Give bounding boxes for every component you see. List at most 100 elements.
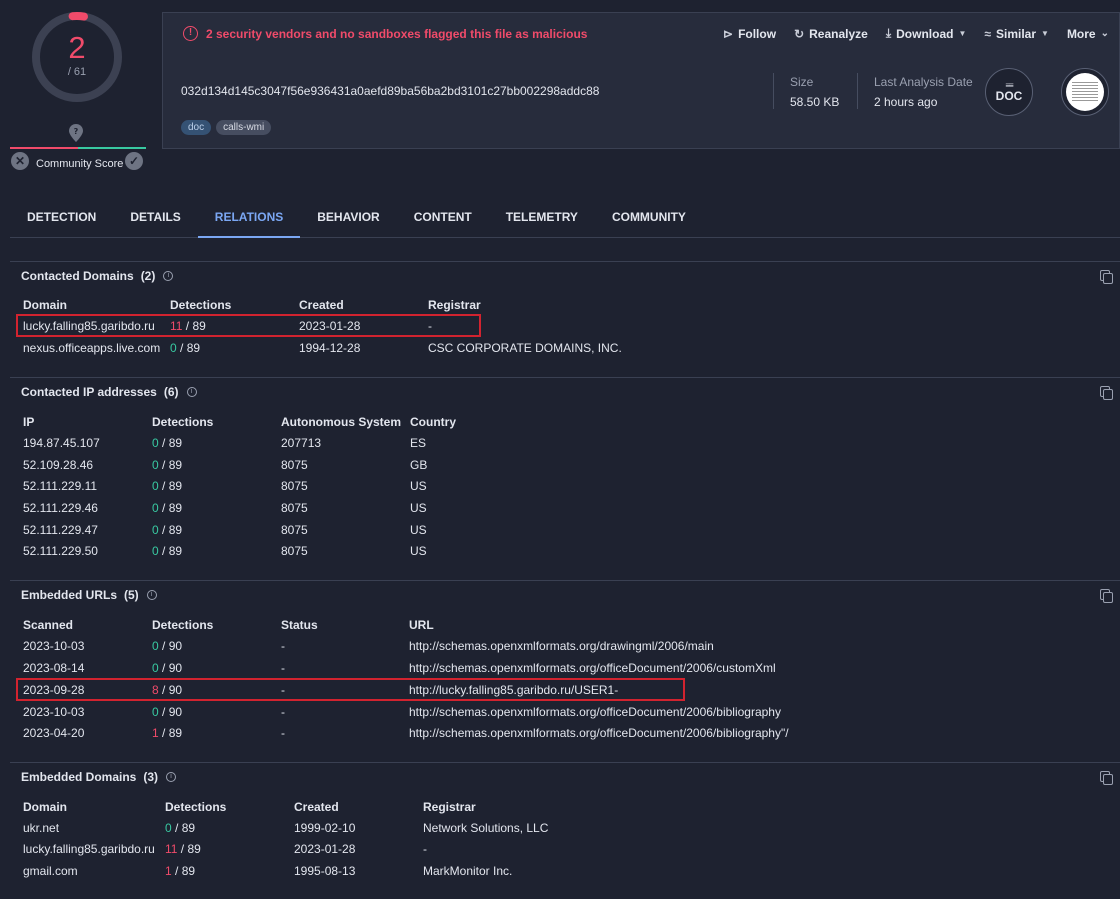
as-cell: 8075	[281, 523, 308, 537]
highlight-box	[16, 314, 481, 337]
status-cell: -	[281, 661, 285, 675]
ip-link[interactable]: 52.109.28.46	[23, 458, 93, 472]
column-header: Domain	[23, 800, 68, 814]
detections-count: 0	[152, 544, 159, 558]
column-header: Detections	[152, 618, 214, 632]
detections-count: 0	[165, 821, 172, 835]
detections-cell: 0 / 89	[152, 458, 182, 472]
file-preview-thumbnail[interactable]	[1061, 68, 1109, 116]
status-cell: -	[281, 705, 285, 719]
url-link[interactable]: http://schemas.openxmlformats.org/office…	[409, 726, 789, 740]
section-title: Contacted IP addresses (6) i	[21, 385, 197, 399]
tag-doc[interactable]: doc	[181, 120, 212, 135]
tab-telemetry[interactable]: TELEMETRY	[489, 198, 595, 238]
info-icon[interactable]: i	[163, 271, 174, 281]
file-type-label: DOC	[995, 88, 1023, 103]
highlight-box	[16, 678, 685, 701]
column-header: Detections	[170, 298, 232, 312]
section-title-text: Contacted IP addresses	[21, 385, 157, 399]
detections-total: / 89	[171, 821, 196, 835]
chevron-down-icon: ⌄	[1100, 28, 1109, 39]
detections-total: / 89	[158, 458, 183, 472]
status-cell: -	[281, 726, 285, 740]
section-title-text: Embedded URLs	[21, 588, 118, 602]
file-hash[interactable]: 032d134d145c3047f56e936431a0aefd89ba56ba…	[181, 84, 599, 98]
detections-cell: 0 / 89	[152, 523, 182, 537]
detections-cell: 1 / 89	[165, 864, 195, 878]
domain-link[interactable]: nexus.officeapps.live.com	[23, 341, 160, 355]
ip-link[interactable]: 52.111.229.46	[23, 501, 98, 515]
vote-harmless-button[interactable]: ✓	[125, 152, 143, 170]
ip-link[interactable]: 52.111.229.11	[23, 479, 97, 493]
domain-link[interactable]: gmail.com	[23, 864, 78, 878]
tab-detection[interactable]: DETECTION	[10, 198, 113, 238]
detections-cell: 0 / 90	[152, 661, 182, 675]
ip-link[interactable]: 52.111.229.50	[23, 544, 98, 558]
copy-icon[interactable]	[1100, 386, 1113, 400]
file-size-label: Size	[790, 75, 814, 89]
column-header: Status	[281, 618, 318, 632]
registrar-cell: -	[423, 842, 427, 856]
section-count: (6)	[163, 385, 179, 399]
url-link[interactable]: http://schemas.openxmlformats.org/office…	[409, 661, 776, 675]
follow-button[interactable]: ⊳ Follow	[723, 26, 776, 41]
url-link[interactable]: http://schemas.openxmlformats.org/office…	[409, 705, 781, 719]
copy-icon[interactable]	[1100, 771, 1113, 785]
column-header: Detections	[165, 800, 227, 814]
scanned-cell: 2023-08-14	[23, 661, 85, 675]
info-icon[interactable]: i	[186, 387, 197, 397]
column-header: Autonomous System	[281, 415, 402, 429]
tab-details[interactable]: DETAILS	[113, 198, 197, 238]
copy-icon[interactable]	[1100, 270, 1113, 284]
scanned-cell: 2023-10-03	[23, 639, 85, 653]
tab-community[interactable]: COMMUNITY	[595, 198, 703, 238]
detections-count: 0	[152, 458, 159, 472]
section-title: Embedded URLs (5) i	[21, 588, 157, 602]
download-button[interactable]: ⤓ Download ▼	[886, 26, 967, 41]
similar-button[interactable]: ≈ Similar ▼	[984, 26, 1049, 41]
svg-text:?: ?	[74, 127, 79, 136]
domain-link[interactable]: lucky.falling85.garibdo.ru	[23, 842, 155, 856]
tab-content[interactable]: CONTENT	[397, 198, 489, 238]
tag-calls-wmi[interactable]: calls-wmi	[216, 120, 272, 135]
file-header-panel: ! 2 security vendors and no sandboxes fl…	[162, 12, 1120, 149]
vote-malicious-button[interactable]: ✕	[11, 152, 29, 170]
table-header: IP Detections Autonomous System Country	[10, 412, 1120, 432]
url-link[interactable]: http://schemas.openxmlformats.org/drawin…	[409, 639, 714, 653]
country-cell: US	[410, 544, 427, 558]
detections-count: 11	[165, 842, 178, 856]
detections-total: / 89	[158, 544, 183, 558]
tab-behavior[interactable]: BEHAVIOR	[300, 198, 396, 238]
section-title-text: Contacted Domains	[21, 269, 134, 283]
report-tabs: DETECTION DETAILS RELATIONS BEHAVIOR CON…	[10, 198, 1120, 238]
detections-count: 1	[152, 726, 159, 740]
reanalyze-button[interactable]: ↻ Reanalyze	[794, 26, 868, 41]
domain-link[interactable]: ukr.net	[23, 821, 59, 835]
table-row: 52.111.229.46 0 / 89 8075 US	[10, 498, 1120, 518]
column-header: Scanned	[23, 618, 74, 632]
community-score: ? ✕ Community Score ✓	[10, 122, 146, 172]
download-label: Download	[896, 26, 954, 41]
detections-count: 0	[152, 661, 159, 675]
as-cell: 207713	[281, 436, 322, 450]
detections-count: 0	[170, 341, 177, 355]
info-icon[interactable]: i	[166, 772, 177, 782]
reanalyze-label: Reanalyze	[809, 26, 868, 41]
file-type-badge: ≡≡ DOC	[985, 68, 1033, 116]
table-row: 2023-10-03 0 / 90 - http://schemas.openx…	[10, 702, 1120, 722]
similar-icon: ≈	[984, 26, 991, 41]
table-row: gmail.com 1 / 89 1995-08-13 MarkMonitor …	[10, 861, 1120, 881]
detections-total: / 89	[158, 436, 183, 450]
alert-text: 2 security vendors and no sandboxes flag…	[206, 26, 588, 41]
community-score-label: Community Score	[36, 158, 124, 170]
action-bar: ⊳ Follow ↻ Reanalyze ⤓ Download ▼ ≈ Simi…	[723, 26, 1109, 41]
more-button[interactable]: More ⌄	[1067, 26, 1109, 41]
ip-link[interactable]: 194.87.45.107	[23, 436, 100, 450]
info-icon[interactable]: i	[146, 590, 157, 600]
detections-cell: 0 / 89	[170, 341, 200, 355]
table-row: 2023-10-03 0 / 90 - http://schemas.openx…	[10, 636, 1120, 656]
ip-link[interactable]: 52.111.229.47	[23, 523, 98, 537]
copy-icon[interactable]	[1100, 589, 1113, 603]
detections-total: / 90	[158, 705, 183, 719]
tab-relations[interactable]: RELATIONS	[197, 198, 301, 238]
